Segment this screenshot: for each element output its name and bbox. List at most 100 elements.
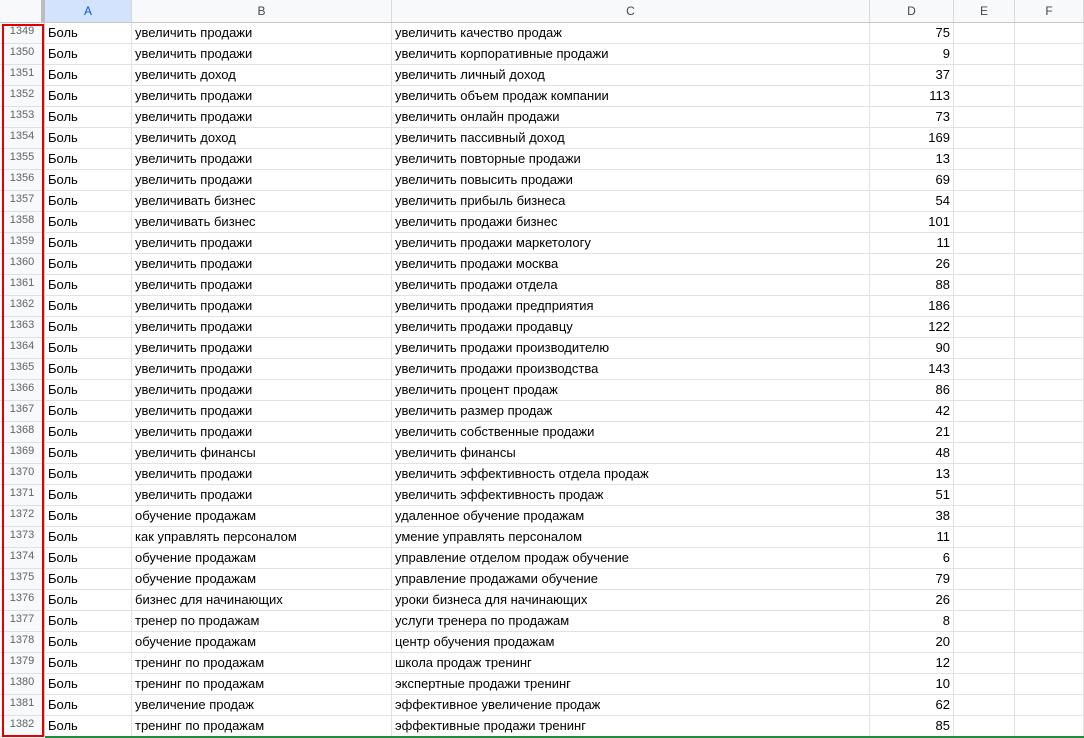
column-header-e[interactable]: E bbox=[954, 0, 1015, 22]
cell-col-f[interactable] bbox=[1015, 149, 1084, 170]
cell-col-f[interactable] bbox=[1015, 380, 1084, 401]
cell-col-a[interactable]: Боль bbox=[45, 443, 132, 464]
column-header-b[interactable]: B bbox=[132, 0, 392, 22]
cell-col-b[interactable]: увеличить продажи bbox=[132, 317, 392, 338]
cell-col-a[interactable]: Боль bbox=[45, 296, 132, 317]
row-number[interactable]: 1369 bbox=[0, 443, 45, 464]
cell-col-e[interactable] bbox=[954, 170, 1015, 191]
cell-col-b[interactable]: увеличить продажи bbox=[132, 296, 392, 317]
cell-col-b[interactable]: увеличить продажи bbox=[132, 380, 392, 401]
cell-col-f[interactable] bbox=[1015, 506, 1084, 527]
cell-col-a[interactable]: Боль bbox=[45, 527, 132, 548]
cell-col-d[interactable]: 85 bbox=[870, 716, 954, 737]
cell-col-f[interactable] bbox=[1015, 611, 1084, 632]
cell-col-c[interactable]: управление отделом продаж обучение bbox=[392, 548, 870, 569]
cell-col-c[interactable]: увеличить пассивный доход bbox=[392, 128, 870, 149]
cell-col-c[interactable]: увеличить финансы bbox=[392, 443, 870, 464]
cell-col-d[interactable]: 13 bbox=[870, 464, 954, 485]
cell-col-b[interactable]: увеличить продажи bbox=[132, 359, 392, 380]
cell-col-b[interactable]: тренинг по продажам bbox=[132, 716, 392, 737]
cell-col-f[interactable] bbox=[1015, 86, 1084, 107]
cell-col-f[interactable] bbox=[1015, 65, 1084, 86]
cell-col-d[interactable]: 86 bbox=[870, 380, 954, 401]
cell-col-f[interactable] bbox=[1015, 548, 1084, 569]
row-number[interactable]: 1354 bbox=[0, 128, 45, 149]
cell-col-d[interactable]: 10 bbox=[870, 674, 954, 695]
cell-col-c[interactable]: управление продажами обучение bbox=[392, 569, 870, 590]
cell-col-d[interactable]: 12 bbox=[870, 653, 954, 674]
cell-col-c[interactable]: экспертные продажи тренинг bbox=[392, 674, 870, 695]
cell-col-f[interactable] bbox=[1015, 695, 1084, 716]
cell-col-c[interactable]: удаленное обучение продажам bbox=[392, 506, 870, 527]
cell-col-f[interactable] bbox=[1015, 233, 1084, 254]
cell-col-f[interactable] bbox=[1015, 254, 1084, 275]
cell-col-f[interactable] bbox=[1015, 275, 1084, 296]
cell-col-c[interactable]: увеличить повысить продажи bbox=[392, 170, 870, 191]
cell-col-b[interactable]: обучение продажам bbox=[132, 569, 392, 590]
cell-col-e[interactable] bbox=[954, 359, 1015, 380]
cell-col-d[interactable]: 11 bbox=[870, 527, 954, 548]
cell-col-f[interactable] bbox=[1015, 485, 1084, 506]
cell-col-f[interactable] bbox=[1015, 569, 1084, 590]
cell-col-e[interactable] bbox=[954, 590, 1015, 611]
cell-col-e[interactable] bbox=[954, 149, 1015, 170]
cell-col-a[interactable]: Боль bbox=[45, 359, 132, 380]
cell-col-f[interactable] bbox=[1015, 401, 1084, 422]
cell-col-e[interactable] bbox=[954, 254, 1015, 275]
cell-col-d[interactable]: 54 bbox=[870, 191, 954, 212]
cell-col-e[interactable] bbox=[954, 296, 1015, 317]
row-number[interactable]: 1350 bbox=[0, 44, 45, 65]
cell-col-b[interactable]: увеличить продажи bbox=[132, 23, 392, 44]
row-number[interactable]: 1356 bbox=[0, 170, 45, 191]
cell-col-b[interactable]: увеличить продажи bbox=[132, 170, 392, 191]
cell-col-d[interactable]: 6 bbox=[870, 548, 954, 569]
spreadsheet-grid[interactable]: A B C D E F 1349 Боль увеличить продажи уве… bbox=[0, 0, 1084, 738]
cell-col-f[interactable] bbox=[1015, 170, 1084, 191]
cell-col-f[interactable] bbox=[1015, 464, 1084, 485]
cell-col-c[interactable]: увеличить собственные продажи bbox=[392, 422, 870, 443]
cell-col-c[interactable]: увеличить онлайн продажи bbox=[392, 107, 870, 128]
cell-col-b[interactable]: обучение продажам bbox=[132, 506, 392, 527]
cell-col-e[interactable] bbox=[954, 464, 1015, 485]
cell-col-e[interactable] bbox=[954, 23, 1015, 44]
cell-col-a[interactable]: Боль bbox=[45, 674, 132, 695]
cell-col-a[interactable]: Боль bbox=[45, 380, 132, 401]
cell-col-c[interactable]: увеличить продажи москва bbox=[392, 254, 870, 275]
cell-col-b[interactable]: увеличивать бизнес bbox=[132, 212, 392, 233]
cell-col-a[interactable]: Боль bbox=[45, 506, 132, 527]
cell-col-c[interactable]: увеличить корпоративные продажи bbox=[392, 44, 870, 65]
row-number[interactable]: 1371 bbox=[0, 485, 45, 506]
cell-col-f[interactable] bbox=[1015, 44, 1084, 65]
cell-col-b[interactable]: увеличить продажи bbox=[132, 149, 392, 170]
cell-col-e[interactable] bbox=[954, 527, 1015, 548]
cell-col-a[interactable]: Боль bbox=[45, 233, 132, 254]
cell-col-a[interactable]: Боль bbox=[45, 191, 132, 212]
cell-col-d[interactable]: 9 bbox=[870, 44, 954, 65]
cell-col-f[interactable] bbox=[1015, 359, 1084, 380]
cell-col-e[interactable] bbox=[954, 191, 1015, 212]
cell-col-a[interactable]: Боль bbox=[45, 212, 132, 233]
cell-col-d[interactable]: 21 bbox=[870, 422, 954, 443]
cell-col-b[interactable]: увеличить продажи bbox=[132, 485, 392, 506]
select-all-corner[interactable] bbox=[0, 0, 45, 22]
row-number[interactable]: 1365 bbox=[0, 359, 45, 380]
row-number[interactable]: 1370 bbox=[0, 464, 45, 485]
row-number[interactable]: 1376 bbox=[0, 590, 45, 611]
cell-col-d[interactable]: 101 bbox=[870, 212, 954, 233]
cell-col-c[interactable]: увеличить размер продаж bbox=[392, 401, 870, 422]
cell-col-b[interactable]: тренинг по продажам bbox=[132, 674, 392, 695]
cell-col-c[interactable]: увеличить продажи отдела bbox=[392, 275, 870, 296]
cell-col-e[interactable] bbox=[954, 548, 1015, 569]
cell-col-d[interactable]: 42 bbox=[870, 401, 954, 422]
row-number[interactable]: 1377 bbox=[0, 611, 45, 632]
cell-col-c[interactable]: уроки бизнеса для начинающих bbox=[392, 590, 870, 611]
cell-col-c[interactable]: увеличить эффективность продаж bbox=[392, 485, 870, 506]
row-number[interactable]: 1353 bbox=[0, 107, 45, 128]
row-number[interactable]: 1361 bbox=[0, 275, 45, 296]
cell-col-c[interactable]: увеличить повторные продажи bbox=[392, 149, 870, 170]
cell-col-c[interactable]: увеличить личный доход bbox=[392, 65, 870, 86]
column-header-d[interactable]: D bbox=[870, 0, 954, 22]
cell-col-f[interactable] bbox=[1015, 296, 1084, 317]
cell-col-d[interactable]: 113 bbox=[870, 86, 954, 107]
row-number[interactable]: 1352 bbox=[0, 86, 45, 107]
